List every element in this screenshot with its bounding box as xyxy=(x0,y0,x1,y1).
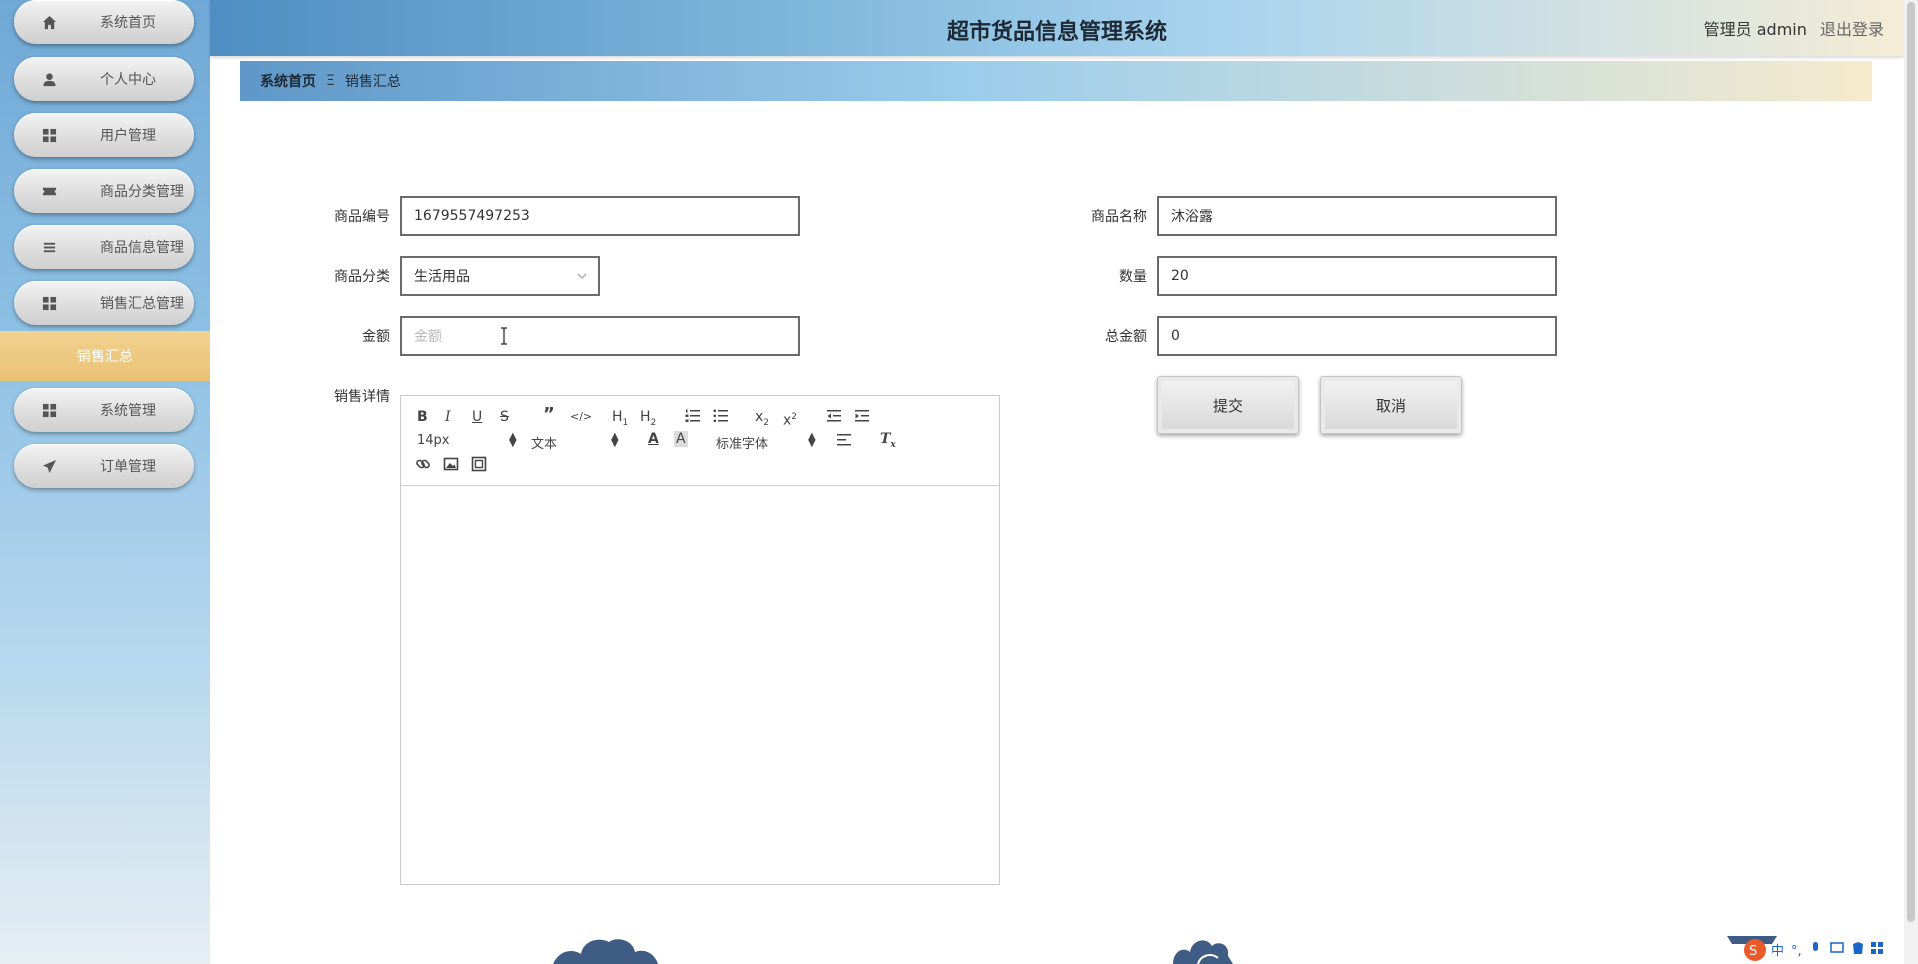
breadcrumb-separator: Ξ xyxy=(326,73,335,89)
quantity-label: 数量 xyxy=(1119,269,1147,285)
font-size-select[interactable]: 14px ▲ ▼ xyxy=(417,432,517,449)
user-label: 管理员 admin xyxy=(1703,20,1807,39)
scrollbar-thumb[interactable] xyxy=(1907,2,1915,922)
ime-toolbar[interactable]: S 中 °, xyxy=(1727,936,1904,964)
updown-icon: ▲ ▼ xyxy=(611,431,619,449)
category-select[interactable]: 生活用品 xyxy=(400,256,600,296)
grid-icon xyxy=(14,128,84,143)
flower-decoration-icon xyxy=(1168,934,1238,964)
chevron-down-icon xyxy=(576,270,588,286)
cloud-decoration-icon xyxy=(553,936,658,964)
product-code-label: 商品编号 xyxy=(334,209,390,225)
updown-icon: ▲ ▼ xyxy=(509,431,517,449)
ticket-icon xyxy=(14,184,84,199)
ordered-list-icon[interactable] xyxy=(685,409,701,423)
italic-icon[interactable]: I xyxy=(445,409,451,425)
sidebar-item-sales-summary-management[interactable]: 销售汇总管理 xyxy=(14,281,194,325)
align-icon[interactable] xyxy=(836,433,852,447)
send-icon xyxy=(14,459,84,474)
updown-icon: ▲ ▼ xyxy=(808,431,816,449)
font-color-icon[interactable]: A xyxy=(648,431,659,447)
heading1-icon[interactable]: H1 xyxy=(612,409,628,431)
blockquote-icon[interactable]: ” xyxy=(543,406,555,424)
product-code-input[interactable]: 1679557497253 xyxy=(400,196,800,236)
app-title: 超市货品信息管理系统 xyxy=(946,20,1167,45)
text-style-select[interactable]: 文本 ▲ ▼ xyxy=(531,431,621,453)
list-icon xyxy=(14,240,84,255)
underline-icon[interactable]: U xyxy=(472,409,482,425)
subscript-icon[interactable]: x2 xyxy=(755,409,769,431)
clear-format-icon[interactable]: Tx xyxy=(880,431,896,453)
breadcrumb-home[interactable]: 系统首页 xyxy=(260,71,316,91)
total-amount-label: 总金额 xyxy=(1105,329,1147,345)
indent-icon[interactable] xyxy=(854,409,870,423)
svg-text:中: 中 xyxy=(1771,944,1784,959)
sidebar-item-label: 商品分类管理 xyxy=(100,184,184,200)
submit-button[interactable]: 提交 xyxy=(1157,376,1299,434)
product-name-input[interactable]: 沐浴露 xyxy=(1157,196,1557,236)
sales-details-editor[interactable]: B I U S ” </> H1 H2 x2 x2 14px ▲ ▼ 文本 ▲ ▼ … xyxy=(400,395,1000,885)
product-name-label: 商品名称 xyxy=(1091,209,1147,225)
editor-content-area[interactable] xyxy=(401,487,999,884)
sidebar-item-home[interactable]: 系统首页 xyxy=(14,0,194,44)
sidebar-item-label: 用户管理 xyxy=(100,128,156,144)
sidebar-item-order-management[interactable]: 订单管理 xyxy=(14,444,194,488)
font-family-value: 标准字体 xyxy=(716,437,769,452)
bold-icon[interactable]: B xyxy=(417,409,428,425)
image-icon[interactable] xyxy=(443,456,459,472)
strikethrough-icon[interactable]: S xyxy=(500,409,509,425)
sidebar-item-label: 系统管理 xyxy=(100,403,156,419)
video-icon[interactable] xyxy=(471,456,487,472)
category-label: 商品分类 xyxy=(334,269,390,285)
breadcrumb: 系统首页 Ξ 销售汇总 xyxy=(240,61,1872,101)
text-style-value: 文本 xyxy=(531,437,558,452)
sidebar-item-label: 销售汇总管理 xyxy=(100,296,184,312)
cancel-button[interactable]: 取消 xyxy=(1320,376,1462,434)
outdent-icon[interactable] xyxy=(826,409,842,423)
sales-details-label: 销售详情 xyxy=(334,389,390,405)
logout-link[interactable]: 退出登录 xyxy=(1820,20,1884,39)
grid-icon xyxy=(14,296,84,311)
editor-toolbar: B I U S ” </> H1 H2 x2 x2 14px ▲ ▼ 文本 ▲ ▼ … xyxy=(401,396,999,486)
svg-text:°,: °, xyxy=(1791,944,1802,959)
text-cursor-icon xyxy=(500,327,508,349)
font-family-select[interactable]: 标准字体 ▲ ▼ xyxy=(716,431,816,453)
heading2-icon[interactable]: H2 xyxy=(640,409,656,431)
superscript-icon[interactable]: x2 xyxy=(783,409,797,429)
sidebar-item-label: 系统首页 xyxy=(100,15,156,31)
user-info: 管理员 admin 退出登录 xyxy=(1704,16,1884,40)
sidebar-item-product-management[interactable]: 商品信息管理 xyxy=(14,225,194,269)
total-amount-input[interactable]: 0 xyxy=(1157,316,1557,356)
sidebar-item-category-management[interactable]: 商品分类管理 xyxy=(14,169,194,213)
sidebar-item-label: 订单管理 xyxy=(100,459,156,475)
breadcrumb-current: 销售汇总 xyxy=(344,74,401,90)
amount-label: 金额 xyxy=(362,329,390,345)
link-icon[interactable] xyxy=(415,456,431,472)
sidebar-item-system-management[interactable]: 系统管理 xyxy=(14,388,194,432)
user-icon xyxy=(14,72,84,87)
grid-icon xyxy=(14,403,84,418)
amount-input[interactable]: 金额 xyxy=(400,316,800,356)
sidebar-item-personal-center[interactable]: 个人中心 xyxy=(14,57,194,101)
background-color-icon[interactable]: A xyxy=(674,431,688,447)
top-header: 超市货品信息管理系统 管理员 admin 退出登录 xyxy=(210,0,1904,56)
code-block-icon[interactable]: </> xyxy=(570,409,592,425)
sidebar-item-label: 商品信息管理 xyxy=(100,240,184,256)
sidebar-item-label: 个人中心 xyxy=(100,72,156,88)
sidebar-subitem-sales-summary[interactable]: 销售汇总 xyxy=(0,331,210,381)
sidebar: 系统首页 个人中心 用户管理 商品分类管理 商品信息管理 销售汇总管理 销售汇总 xyxy=(0,0,210,964)
quantity-input[interactable]: 20 xyxy=(1157,256,1557,296)
bullet-list-icon[interactable] xyxy=(713,409,729,423)
sidebar-item-user-management[interactable]: 用户管理 xyxy=(14,113,194,157)
home-icon xyxy=(14,15,84,30)
svg-text:S: S xyxy=(1749,944,1757,959)
category-select-value: 生活用品 xyxy=(414,269,470,285)
font-size-value: 14px xyxy=(417,433,450,448)
page-scrollbar[interactable] xyxy=(1904,0,1918,964)
